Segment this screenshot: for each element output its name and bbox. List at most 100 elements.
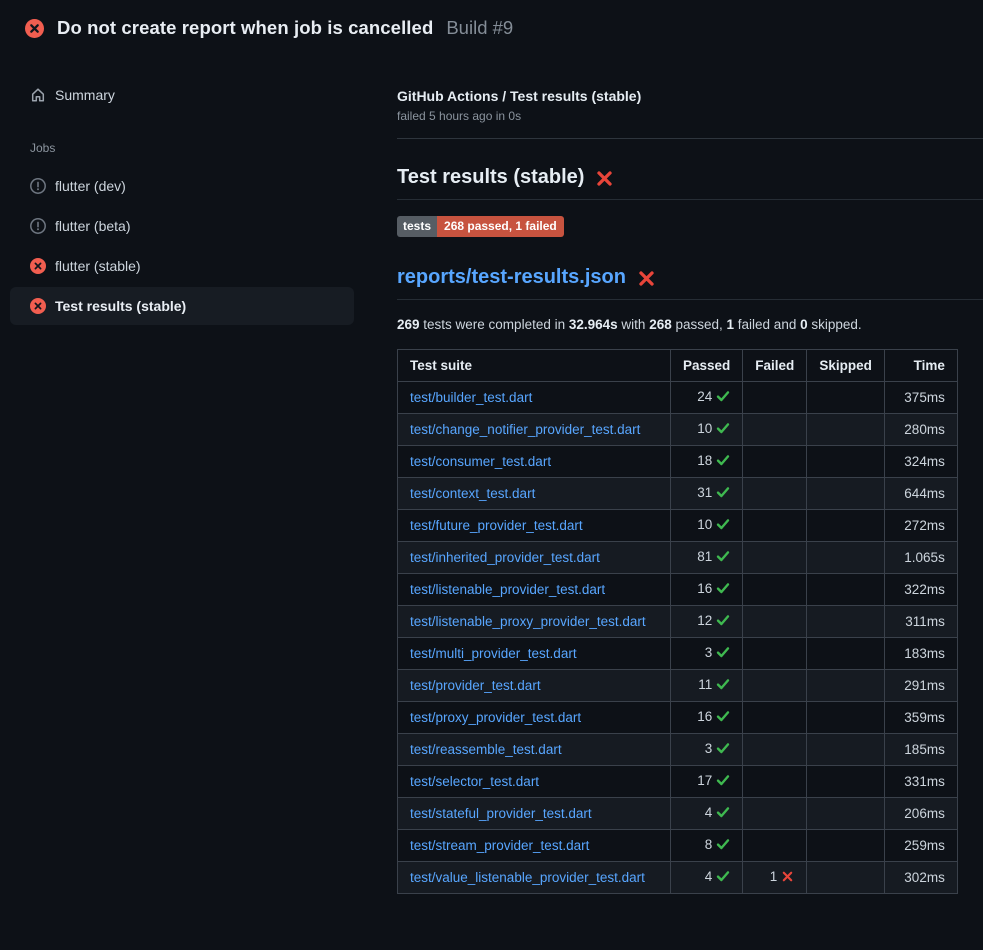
failed-cell (743, 542, 807, 574)
suite-link[interactable]: test/consumer_test.dart (410, 454, 551, 469)
sidebar: Summary Jobs flutter (dev) flutter (beta… (0, 52, 365, 327)
sidebar-job-item[interactable]: flutter (beta) (10, 207, 354, 245)
failed-cell (743, 510, 807, 542)
section-title: Test results (stable) (397, 166, 983, 200)
time-cell: 359ms (884, 702, 957, 734)
skipped-cell (807, 382, 885, 414)
check-icon (716, 613, 730, 630)
suite-link[interactable]: test/listenable_proxy_provider_test.dart (410, 614, 646, 629)
job-label: flutter (beta) (55, 218, 130, 234)
job-neutral-icon (30, 218, 46, 234)
breadcrumb: GitHub Actions / Test results (stable) (397, 88, 983, 104)
table-row: test/change_notifier_provider_test.dart … (398, 414, 958, 446)
suite-link[interactable]: test/proxy_provider_test.dart (410, 710, 581, 725)
suite-link[interactable]: test/builder_test.dart (410, 390, 532, 405)
summary-segment: skipped. (808, 317, 862, 332)
time-cell: 206ms (884, 798, 957, 830)
skipped-cell (807, 542, 885, 574)
skipped-cell (807, 510, 885, 542)
table-row: test/listenable_provider_test.dart 16 32… (398, 574, 958, 606)
check-icon (716, 453, 730, 470)
suite-link[interactable]: test/multi_provider_test.dart (410, 646, 577, 661)
passed-cell: 4 (671, 798, 743, 830)
suite-link[interactable]: test/reassemble_test.dart (410, 742, 562, 757)
suite-link[interactable]: test/stream_provider_test.dart (410, 838, 589, 853)
passed-cell: 81 (671, 542, 743, 574)
table-row: test/selector_test.dart 17 331ms (398, 766, 958, 798)
build-number: Build #9 (446, 17, 513, 39)
table-row: test/listenable_proxy_provider_test.dart… (398, 606, 958, 638)
table-row: test/inherited_provider_test.dart 81 1.0… (398, 542, 958, 574)
suite-link[interactable]: test/context_test.dart (410, 486, 535, 501)
time-cell: 322ms (884, 574, 957, 606)
time-cell: 331ms (884, 766, 957, 798)
test-results-table: Test suite Passed Failed Skipped Time te… (397, 349, 958, 894)
summary-segment: 1 (727, 317, 735, 332)
col-skipped: Skipped (807, 350, 885, 382)
suite-link[interactable]: test/selector_test.dart (410, 774, 539, 789)
check-icon (716, 773, 730, 790)
sidebar-job-item[interactable]: flutter (stable) (10, 247, 354, 285)
job-failed-icon (30, 298, 46, 314)
report-file-link[interactable]: reports/test-results.json (397, 266, 626, 289)
test-table-body: test/builder_test.dart 24 375ms test/cha… (398, 382, 958, 894)
passed-cell: 24 (671, 382, 743, 414)
home-icon (30, 87, 46, 103)
passed-cell: 11 (671, 670, 743, 702)
time-cell: 291ms (884, 670, 957, 702)
passed-cell: 18 (671, 446, 743, 478)
suite-link[interactable]: test/future_provider_test.dart (410, 518, 583, 533)
skipped-cell (807, 478, 885, 510)
sidebar-job-item[interactable]: flutter (dev) (10, 167, 354, 205)
skipped-cell (807, 734, 885, 766)
table-row: test/stateful_provider_test.dart 4 206ms (398, 798, 958, 830)
check-icon (716, 389, 730, 406)
skipped-cell (807, 862, 885, 894)
passed-cell: 12 (671, 606, 743, 638)
table-row: test/provider_test.dart 11 291ms (398, 670, 958, 702)
skipped-cell (807, 766, 885, 798)
check-icon (716, 549, 730, 566)
failed-cell: 1 (743, 862, 807, 894)
passed-cell: 31 (671, 478, 743, 510)
main-content: GitHub Actions / Test results (stable) f… (365, 52, 983, 894)
job-label: flutter (dev) (55, 178, 126, 194)
time-cell: 324ms (884, 446, 957, 478)
summary-segment: with (618, 317, 650, 332)
failed-cell (743, 702, 807, 734)
passed-cell: 16 (671, 702, 743, 734)
suite-link[interactable]: test/stateful_provider_test.dart (410, 806, 592, 821)
job-failed-icon (30, 258, 46, 274)
check-icon (716, 485, 730, 502)
table-row: test/consumer_test.dart 18 324ms (398, 446, 958, 478)
suite-link[interactable]: test/value_listenable_provider_test.dart (410, 870, 645, 885)
table-row: test/reassemble_test.dart 3 185ms (398, 734, 958, 766)
job-label: Test results (stable) (55, 298, 186, 314)
sidebar-item-summary[interactable]: Summary (10, 76, 354, 114)
check-icon (716, 805, 730, 822)
failed-cell (743, 478, 807, 510)
time-cell: 311ms (884, 606, 957, 638)
time-cell: 1.065s (884, 542, 957, 574)
failed-cell (743, 830, 807, 862)
suite-link[interactable]: test/provider_test.dart (410, 678, 541, 693)
summary-segment: 269 (397, 317, 420, 332)
table-row: test/context_test.dart 31 644ms (398, 478, 958, 510)
sidebar-job-item[interactable]: Test results (stable) (10, 287, 354, 325)
skipped-cell (807, 606, 885, 638)
col-test-suite: Test suite (398, 350, 671, 382)
passed-cell: 8 (671, 830, 743, 862)
suite-link[interactable]: test/inherited_provider_test.dart (410, 550, 600, 565)
skipped-cell (807, 830, 885, 862)
table-row: test/future_provider_test.dart 10 272ms (398, 510, 958, 542)
suite-link[interactable]: test/change_notifier_provider_test.dart (410, 422, 640, 437)
time-cell: 259ms (884, 830, 957, 862)
tests-badge: tests 268 passed, 1 failed (397, 216, 564, 237)
col-time: Time (884, 350, 957, 382)
section-title-text: Test results (stable) (397, 166, 584, 189)
job-neutral-icon (30, 178, 46, 194)
suite-link[interactable]: test/listenable_provider_test.dart (410, 582, 605, 597)
summary-line: 269 tests were completed in 32.964s with… (397, 317, 983, 332)
failed-x-icon (637, 269, 656, 288)
build-failed-icon (25, 19, 44, 38)
